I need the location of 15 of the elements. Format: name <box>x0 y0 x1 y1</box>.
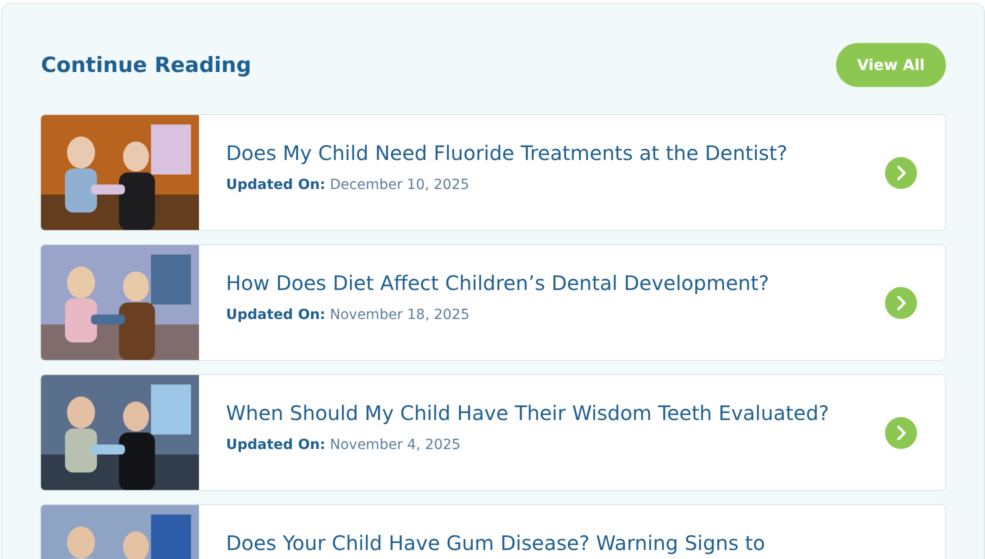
article-card[interactable]: Does My Child Need Fluoride Treatments at the Dentist? Updated On: December 10, 2025 <box>40 114 946 231</box>
updated-date: Updated On: November 4, 2025 <box>226 437 462 453</box>
updated-date: Updated On: December 10, 2025 <box>226 177 470 193</box>
chevron-right-icon[interactable] <box>885 156 917 188</box>
article-card[interactable]: Does Your Child Have Gum Disease? Warning Signs to <box>40 504 946 559</box>
article-card[interactable]: When Should My Child Have Their Wisdom Teeth Evaluated? Updated On: November 4, 2025 <box>40 374 946 491</box>
section-title: Continue Reading <box>41 53 252 77</box>
updated-date: Updated On: November 18, 2025 <box>226 307 470 323</box>
chevron-right-icon[interactable] <box>885 286 917 318</box>
article-card[interactable]: How Does Diet Affect Children’s Dental Development? Updated On: November 18, 2025 <box>40 244 946 361</box>
article-title[interactable]: When Should My Child Have Their Wisdom Teeth Evaluated? <box>226 401 885 425</box>
article-title[interactable]: Does My Child Need Fluoride Treatments at the Dentist? <box>226 141 885 165</box>
article-title[interactable]: How Does Diet Affect Children’s Dental Development? <box>226 271 885 295</box>
chevron-right-icon[interactable] <box>885 416 917 448</box>
article-title[interactable]: Does Your Child Have Gum Disease? Warning Signs to <box>226 531 945 555</box>
